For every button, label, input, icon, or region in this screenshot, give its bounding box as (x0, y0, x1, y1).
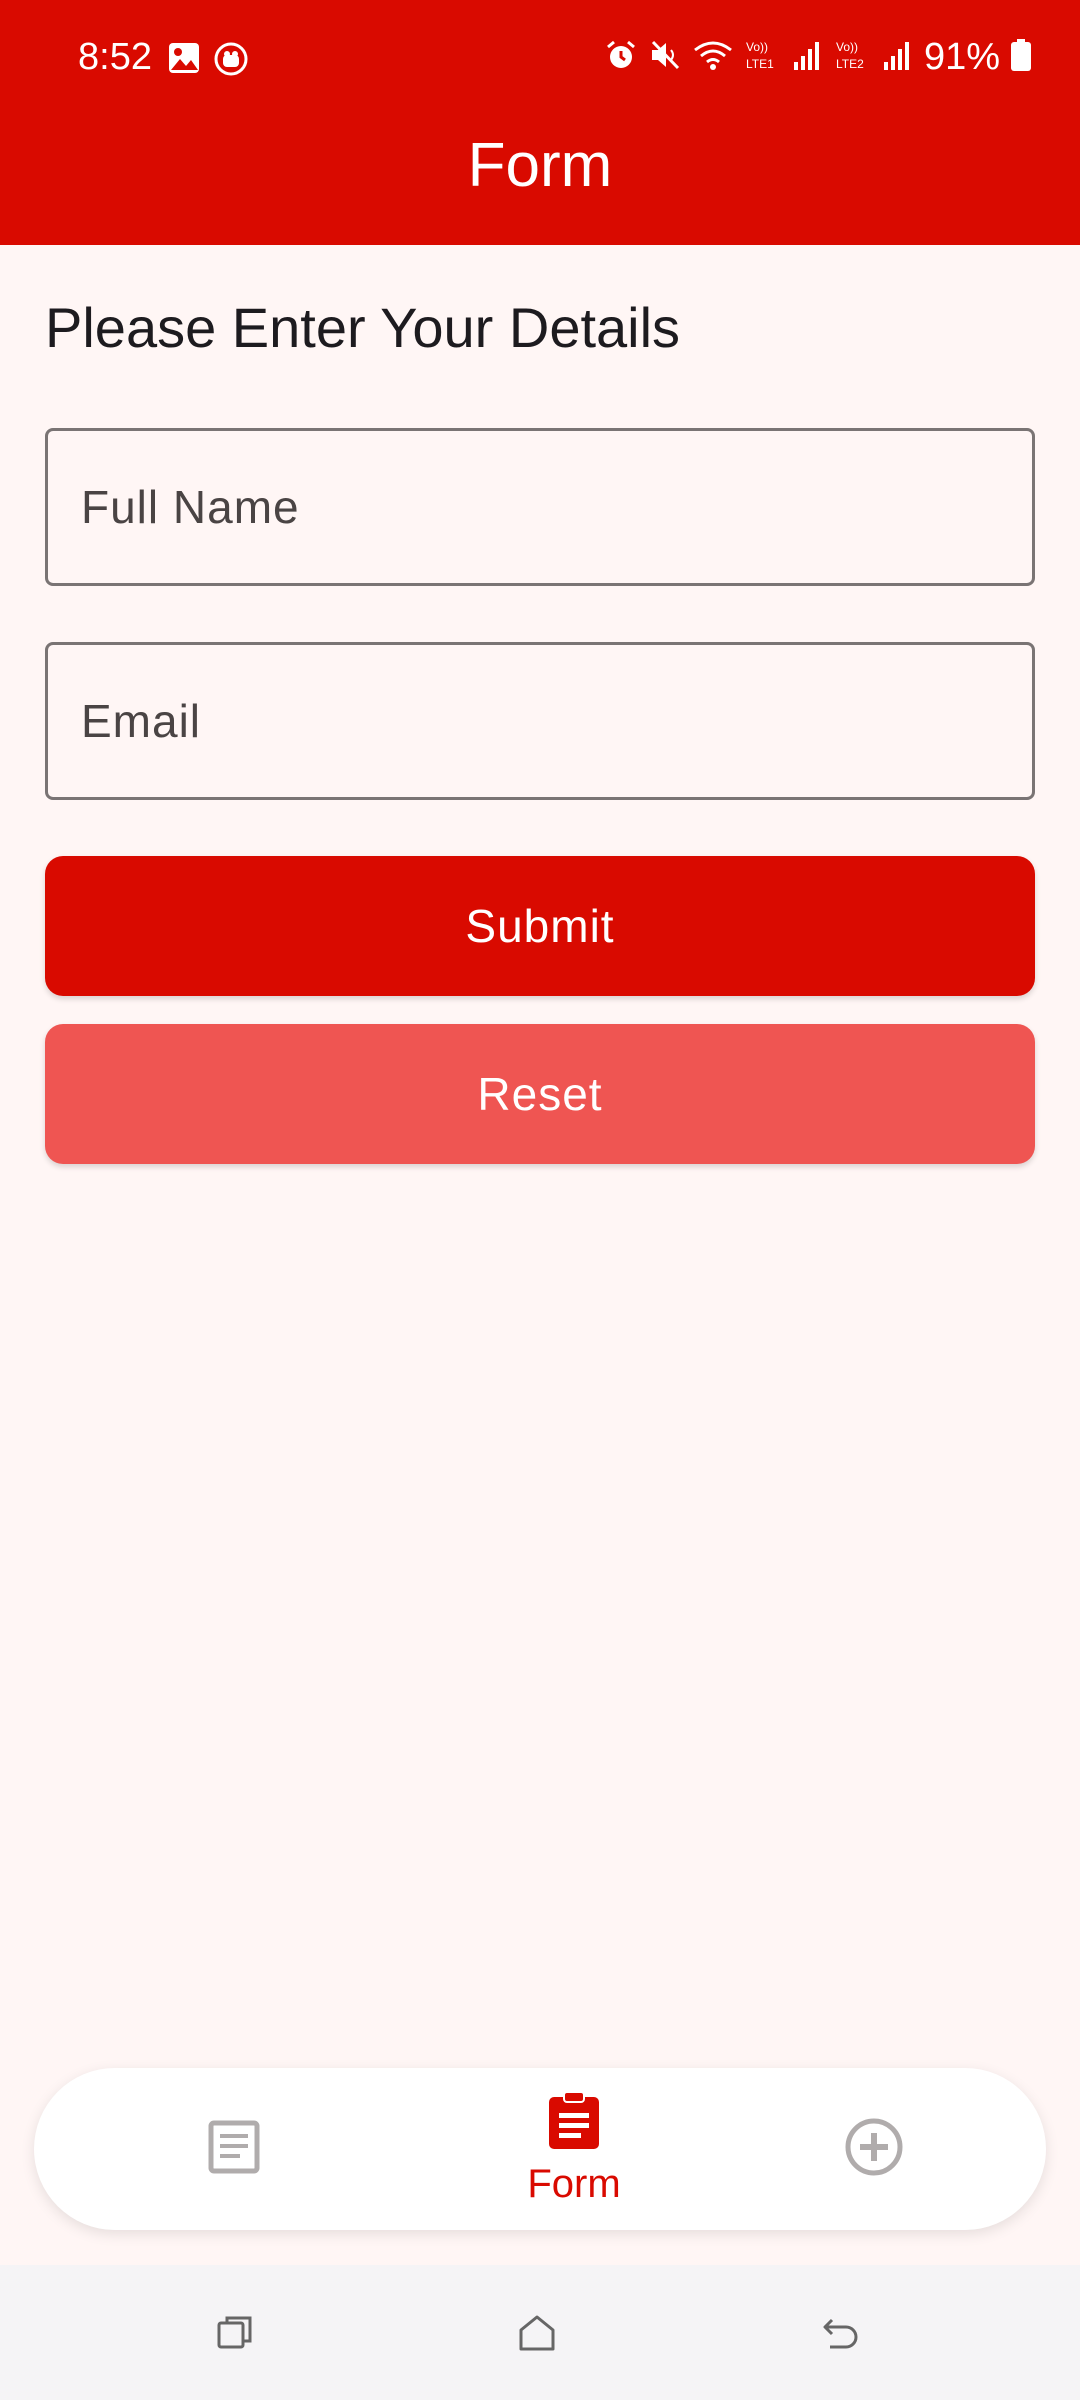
nav-item-add[interactable] (794, 2068, 954, 2230)
bottom-nav: Form (34, 2068, 1046, 2230)
recent-apps-icon (215, 2313, 255, 2358)
submit-button[interactable]: Submit (45, 856, 1035, 996)
status-time: 8:52 (78, 36, 152, 78)
status-left-icons (168, 42, 248, 81)
list-icon (206, 2119, 262, 2180)
home-icon (516, 2312, 558, 2359)
app-notification-icon (214, 42, 248, 81)
status-bar: 8:52 Vo)) LTE1 Vo)) LTE2 91% (0, 0, 1080, 120)
email-placeholder: Email (81, 695, 202, 747)
alarm-icon (604, 38, 638, 77)
add-circle-icon (844, 2117, 904, 2182)
mute-icon (648, 38, 682, 77)
full-name-field[interactable]: Full Name (45, 428, 1035, 586)
battery-icon (1010, 38, 1032, 77)
form-heading: Please Enter Your Details (45, 296, 681, 359)
svg-text:Vo)): Vo)) (746, 40, 768, 54)
svg-text:LTE2: LTE2 (836, 57, 864, 71)
email-field[interactable]: Email (45, 642, 1035, 800)
battery-percent: 91% (923, 36, 1000, 78)
nav-item-list[interactable] (154, 2068, 314, 2230)
app-bar: Form (0, 120, 1080, 245)
svg-text:LTE1: LTE1 (746, 57, 774, 71)
clipboard-icon (546, 2091, 602, 2156)
wifi-icon (692, 38, 734, 77)
recent-apps-button[interactable] (205, 2305, 265, 2365)
back-icon (820, 2312, 862, 2359)
nav-form-label: Form (527, 2162, 621, 2206)
image-icon (168, 42, 200, 81)
volte-lte2-signal-icon: Vo)) LTE2 (834, 38, 914, 77)
svg-text:Vo)): Vo)) (836, 40, 858, 54)
page-title: Form (467, 131, 613, 200)
volte-lte1-signal-icon: Vo)) LTE1 (744, 38, 824, 77)
back-button[interactable] (811, 2305, 871, 2365)
nav-item-form[interactable]: Form (454, 2068, 694, 2230)
home-button[interactable] (507, 2305, 567, 2365)
system-nav-bar (0, 2265, 1080, 2400)
full-name-placeholder: Full Name (81, 481, 300, 533)
reset-button[interactable]: Reset (45, 1024, 1035, 1164)
status-right-icons: Vo)) LTE1 Vo)) LTE2 91% (604, 36, 1032, 79)
